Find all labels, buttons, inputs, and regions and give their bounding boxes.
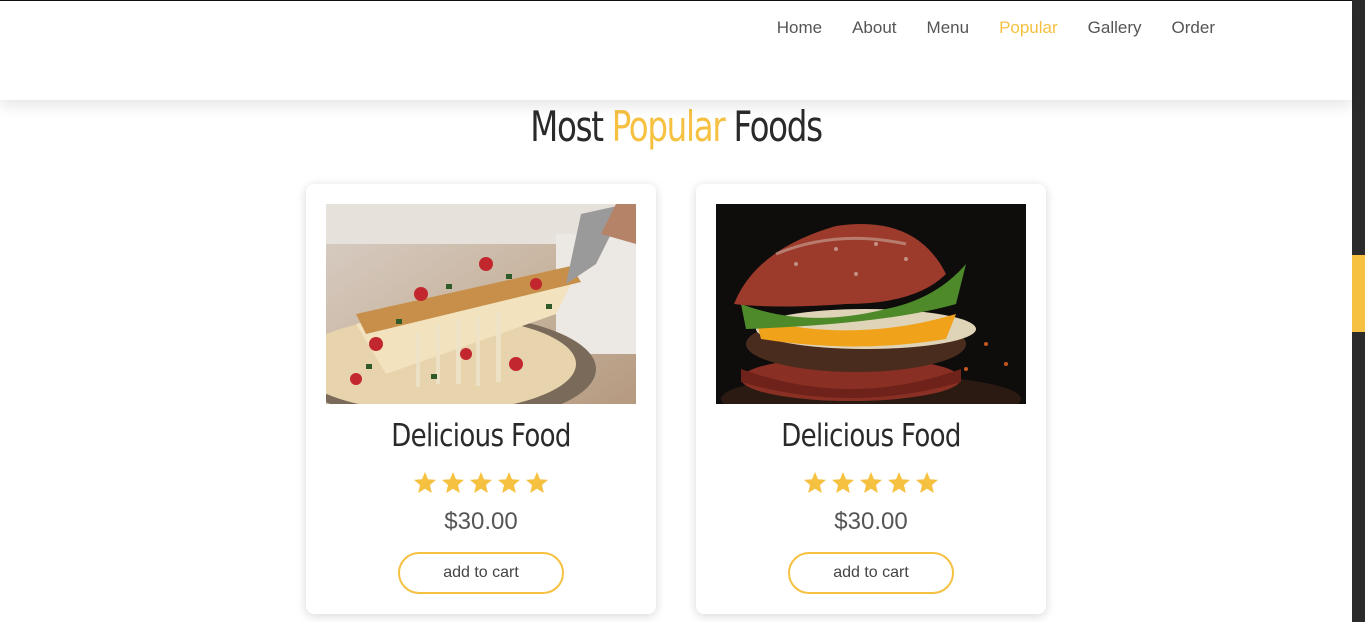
food-card-burger: Delicious Food $30.00 add to cart <box>696 184 1046 614</box>
section-title: Most Popular Foods <box>95 102 1258 151</box>
burger-photo <box>716 204 1026 404</box>
nav-link-order[interactable]: Order <box>1172 18 1215 38</box>
nav-link-popular[interactable]: Popular <box>999 18 1058 38</box>
section-title-prefix: Most <box>530 102 604 151</box>
scrollbar-thumb[interactable] <box>1352 255 1365 332</box>
site-header: Home About Menu Popular Gallery Order <box>0 1 1352 100</box>
star-icon <box>414 472 436 493</box>
food-name: Delicious Food <box>391 418 571 454</box>
pizza-slice-photo <box>326 204 636 404</box>
star-icon <box>470 472 492 493</box>
nav-link-home[interactable]: Home <box>777 18 822 38</box>
section-title-accent: Popular <box>611 102 726 151</box>
food-price: $30.00 <box>444 508 518 535</box>
food-card-pizza: Delicious Food $30.00 add to cart <box>306 184 656 614</box>
star-icon <box>916 472 938 493</box>
page-scrollbar[interactable] <box>1352 0 1365 622</box>
add-to-cart-button[interactable]: add to cart <box>398 552 564 594</box>
star-icon <box>442 472 464 493</box>
nav-link-about[interactable]: About <box>852 18 896 38</box>
nav-link-gallery[interactable]: Gallery <box>1088 18 1142 38</box>
star-icon <box>832 472 854 493</box>
section-title-suffix: Foods <box>733 102 823 151</box>
star-icon <box>526 472 548 493</box>
star-icon <box>804 472 826 493</box>
star-rating <box>696 471 1046 494</box>
main-nav: Home About Menu Popular Gallery Order <box>777 18 1215 38</box>
star-icon <box>888 472 910 493</box>
food-price: $30.00 <box>834 508 908 535</box>
nav-link-menu[interactable]: Menu <box>927 18 970 38</box>
star-icon <box>498 472 520 493</box>
star-icon <box>860 472 882 493</box>
food-name: Delicious Food <box>781 418 961 454</box>
star-rating <box>306 471 656 494</box>
add-to-cart-button[interactable]: add to cart <box>788 552 954 594</box>
